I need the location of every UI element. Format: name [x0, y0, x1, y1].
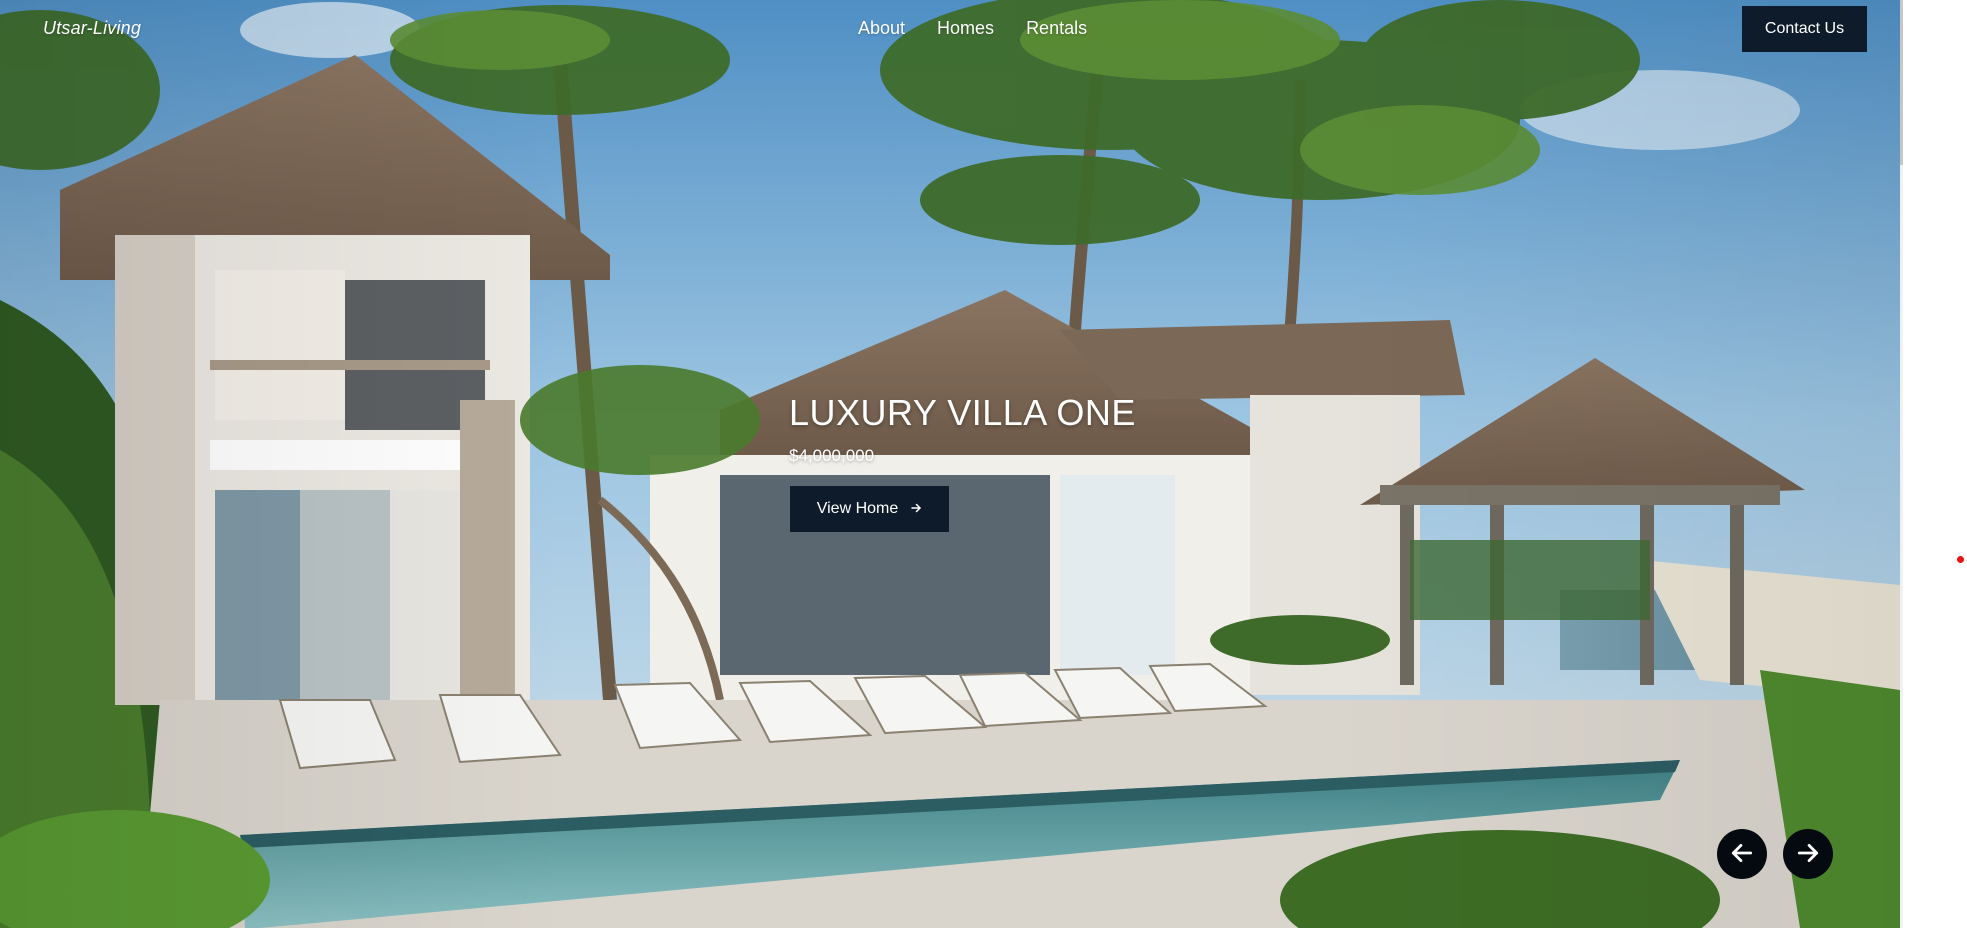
main-nav: About Homes Rentals: [858, 18, 1087, 39]
view-home-button[interactable]: View Home: [790, 486, 949, 532]
arrow-left-icon: [1729, 840, 1755, 869]
carousel-prev-button[interactable]: [1717, 829, 1767, 879]
villa-hero-image: [0, 0, 1900, 928]
arrow-right-icon: [1795, 840, 1821, 869]
status-dot-icon: [1957, 556, 1964, 563]
view-home-label: View Home: [816, 500, 899, 517]
carousel-next-button[interactable]: [1783, 829, 1833, 879]
nav-item-rentals[interactable]: Rentals: [1026, 18, 1087, 39]
hero-title: LUXURY VILLA ONE: [789, 392, 1136, 433]
nav-item-homes[interactable]: Homes: [937, 18, 994, 39]
contact-us-button[interactable]: Contact Us: [1742, 6, 1867, 52]
hero-price: $4,000,000: [789, 446, 875, 465]
brand-logo[interactable]: Utsar-Living: [43, 18, 141, 39]
hero-section: [0, 0, 1900, 928]
scrollbar-thumb[interactable]: [1900, 0, 1903, 165]
page-scrollbar[interactable]: [1900, 0, 1967, 928]
nav-item-about[interactable]: About: [858, 18, 905, 39]
arrow-right-icon: [910, 501, 922, 518]
